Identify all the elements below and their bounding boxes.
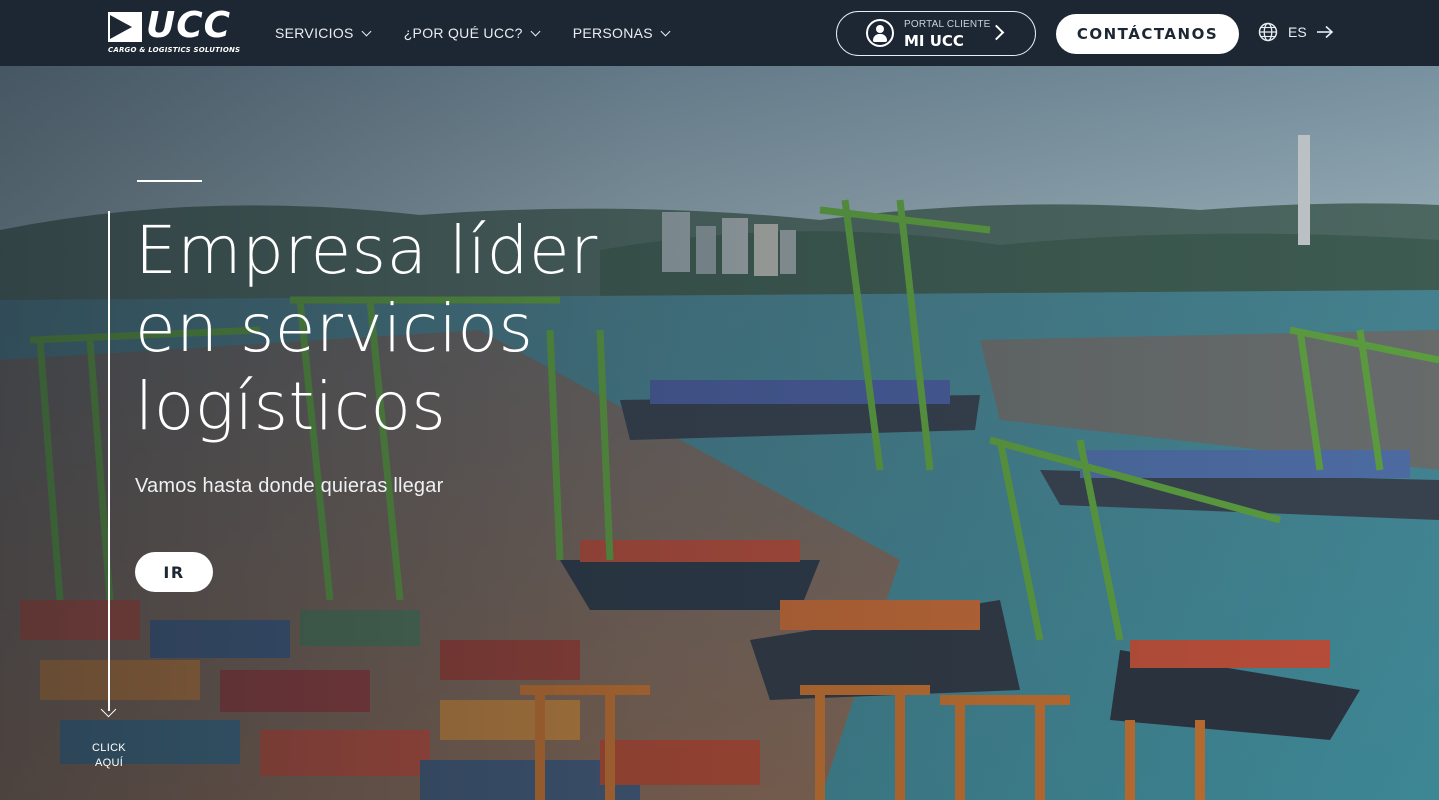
nav-item-personas[interactable]: PERSONAS <box>572 25 671 41</box>
language-switcher[interactable]: ES <box>1258 22 1334 42</box>
nav-item-label: PERSONAS <box>572 25 653 41</box>
title-accent-line <box>137 180 202 182</box>
scroll-click-label[interactable]: CLICK AQUÍ <box>79 741 139 771</box>
logo-mark-icon <box>108 12 142 42</box>
main-nav: SERVICIOS ¿POR QUÉ UCC? PERSONAS <box>275 0 703 66</box>
globe-icon <box>1258 22 1278 42</box>
contact-button[interactable]: CONTÁCTANOS <box>1056 14 1239 54</box>
language-label: ES <box>1288 24 1307 40</box>
user-circle-icon <box>866 19 894 47</box>
scroll-indicator-line <box>108 211 110 711</box>
portal-caption: PORTAL CLIENTE <box>904 19 991 30</box>
logo-tagline: CARGO & LOGISTICS SOLUTIONS <box>108 46 241 54</box>
nav-item-por-que-ucc[interactable]: ¿POR QUÉ UCC? <box>403 25 541 41</box>
client-portal-button[interactable]: PORTAL CLIENTE MI UCC <box>836 11 1036 56</box>
chevron-right-icon <box>988 24 1005 41</box>
site-header: UCC CARGO & LOGISTICS SOLUTIONS SERVICIO… <box>0 0 1439 66</box>
nav-item-servicios[interactable]: SERVICIOS <box>275 25 372 41</box>
nav-item-label: ¿POR QUÉ UCC? <box>403 25 523 41</box>
logo-letters: UCC <box>146 5 232 46</box>
nav-item-label: SERVICIOS <box>275 25 354 41</box>
chevron-down-icon <box>361 26 372 36</box>
portal-title: MI UCC <box>904 32 964 50</box>
chevron-down-icon <box>660 26 671 36</box>
hero-subtitle: Vamos hasta donde quieras llegar <box>135 475 444 497</box>
hero-title: Empresa líder en servicios logísticos <box>135 212 598 445</box>
arrow-right-icon <box>1316 25 1333 39</box>
hero-cta-button[interactable]: IR <box>135 552 213 592</box>
ucc-logo[interactable]: UCC CARGO & LOGISTICS SOLUTIONS <box>108 6 240 56</box>
chevron-down-icon <box>530 26 541 36</box>
